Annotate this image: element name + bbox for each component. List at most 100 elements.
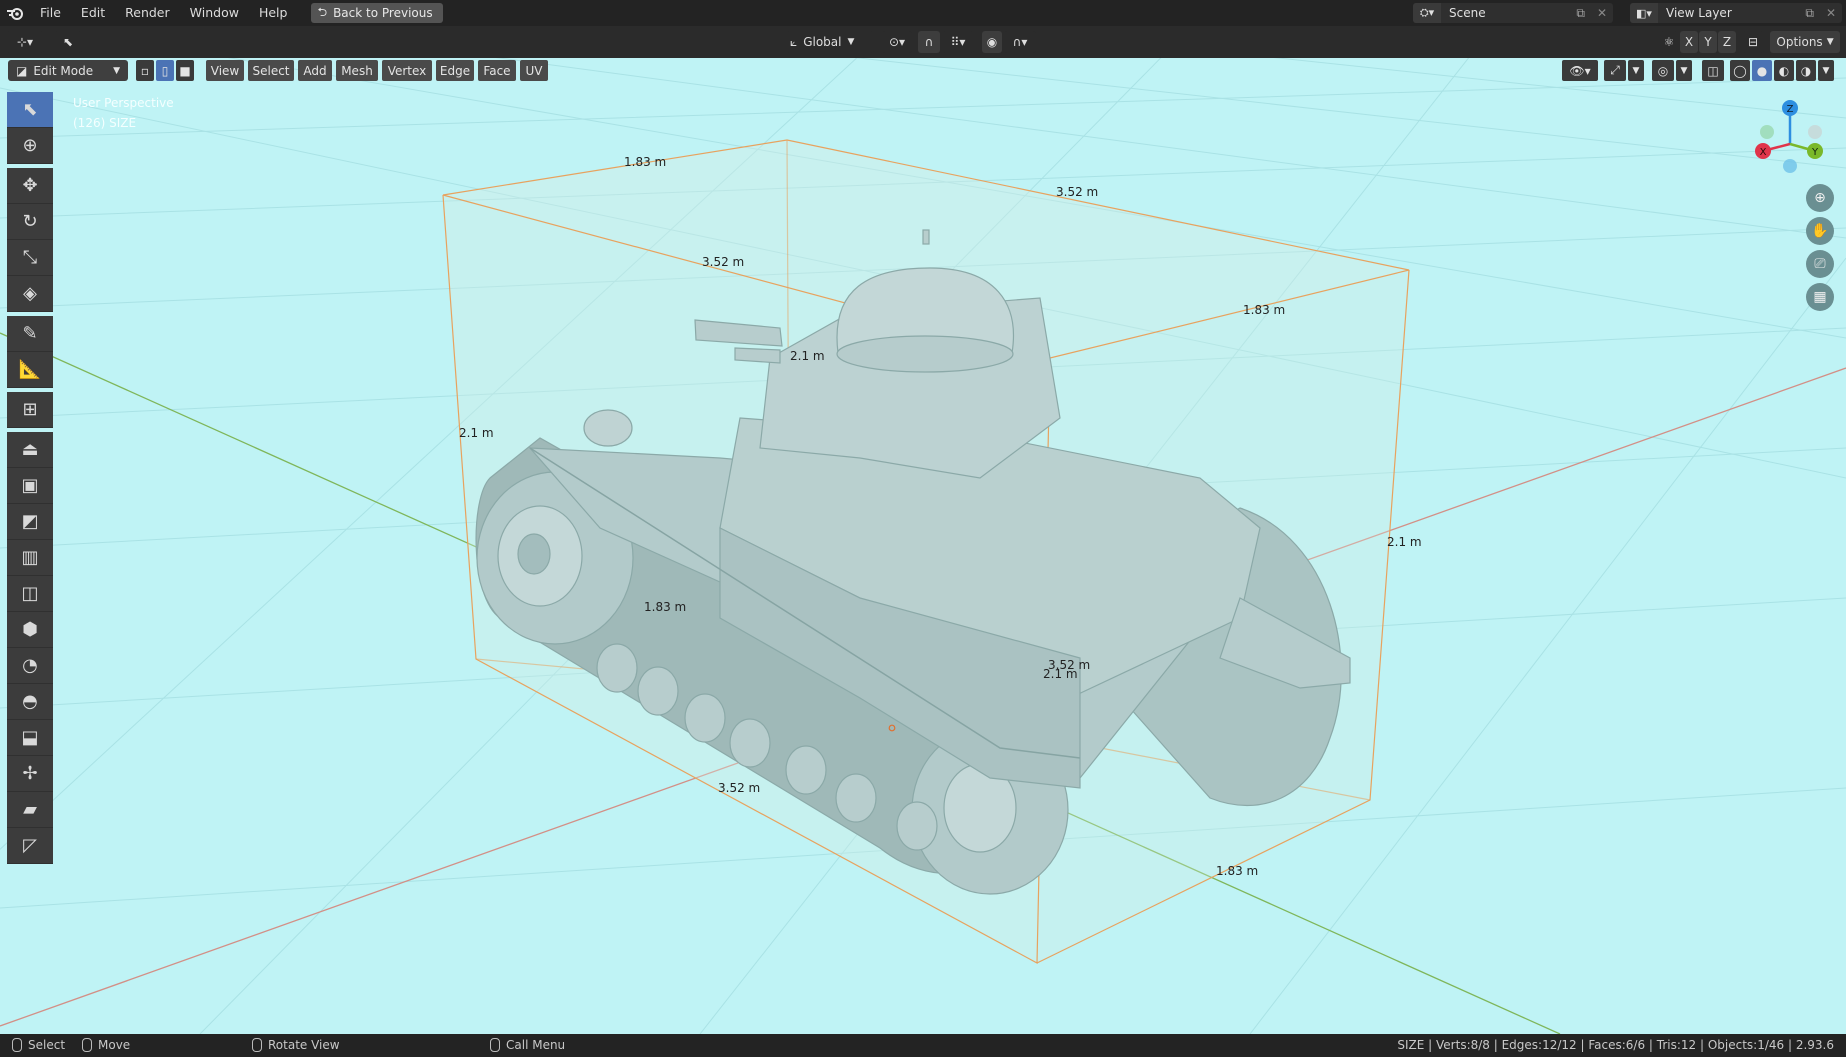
menu-window[interactable]: Window (180, 0, 249, 26)
new-view-layer-icon[interactable]: ⧉ (1799, 6, 1820, 21)
options-label: Options (1776, 35, 1823, 49)
proportional-edit-icon: ◉ (986, 35, 998, 49)
back-to-previous-button[interactable]: ⮌ Back to Previous (311, 3, 443, 23)
orientation-icon: ⟀ (790, 34, 798, 49)
view-perspective-label: User Perspective (73, 96, 174, 110)
menu-vertex[interactable]: Vertex (382, 60, 432, 81)
3d-viewport[interactable]: 1.83 m 3.52 m 3.52 m 1.83 m 2.1 m 2.1 m … (0, 58, 1846, 1034)
shrink-fatten-tool[interactable]: ✢ (7, 756, 53, 792)
status-rotate-label: Rotate View (268, 1038, 340, 1052)
rip-icon: ◸ (23, 835, 37, 856)
spin-icon: ◔ (22, 655, 38, 676)
zoom-view-icon[interactable]: ⊕ (1806, 184, 1834, 212)
menu-add[interactable]: Add (298, 60, 332, 81)
shading-rendered[interactable]: ◑ (1796, 60, 1816, 81)
options-dropdown[interactable]: Options ▼ (1770, 31, 1840, 53)
status-callmenu-hint: Call Menu (490, 1038, 565, 1052)
auto-merge-toggle[interactable]: ⊟ (1742, 31, 1764, 53)
mirror-x-toggle[interactable]: X (1680, 31, 1698, 53)
scale-tool[interactable]: ⤡ (7, 240, 53, 276)
snap-target-dropdown[interactable]: ⠿▾ (942, 31, 974, 53)
rip-tool[interactable]: ◸ (7, 828, 53, 864)
bevel-tool[interactable]: ◩ (7, 504, 53, 540)
loop-cut-tool[interactable]: ▥ (7, 540, 53, 576)
view-layer-selector[interactable]: ◧▾ View Layer ⧉ ✕ (1630, 3, 1842, 23)
camera-view-icon[interactable]: ⎚ (1806, 250, 1834, 278)
shading-dropdown[interactable]: ▼ (1818, 60, 1834, 81)
move-tool[interactable]: ✥ (7, 168, 53, 204)
vertex-select-mode[interactable]: ▫ (136, 60, 154, 81)
menu-edit[interactable]: Edit (71, 0, 115, 26)
pivot-point-dropdown[interactable]: ⊙▾ (882, 31, 912, 53)
ortho-grid-icon[interactable]: ▦ (1806, 283, 1834, 311)
transform-tool[interactable]: ◈ (7, 276, 53, 312)
shading-solid[interactable]: ● (1752, 60, 1772, 81)
smooth-tool[interactable]: ◓ (7, 684, 53, 720)
mode-selector-dropdown[interactable]: ◪ Edit Mode ▼ (8, 60, 128, 81)
inset-tool[interactable]: ▣ (7, 468, 53, 504)
menu-view[interactable]: View (206, 60, 244, 81)
dimension-label: 1.83 m (1243, 303, 1286, 317)
viewport-scene[interactable] (0, 58, 1846, 1034)
visibility-dropdown[interactable]: 👁▾ (1562, 60, 1598, 81)
menu-select[interactable]: Select (248, 60, 294, 81)
menu-file[interactable]: File (30, 0, 71, 26)
shading-wireframe[interactable]: ◯ (1730, 60, 1750, 81)
gizmo-dropdown[interactable]: ▼ (1628, 60, 1644, 81)
falloff-dropdown[interactable]: ∩▾ (1004, 31, 1036, 53)
scene-selector[interactable]: ⛭▾ Scene ⧉ ✕ (1413, 3, 1613, 23)
magnet-icon: ∩ (924, 35, 934, 49)
mouse-right-icon (490, 1038, 500, 1052)
menu-help[interactable]: Help (249, 0, 298, 26)
cursor-tool[interactable]: ⊕ (7, 128, 53, 164)
poly-build-tool[interactable]: ⬢ (7, 612, 53, 648)
spin-tool[interactable]: ◔ (7, 648, 53, 684)
crosshair-icon: ⊕ (22, 135, 38, 156)
overlays-toggle[interactable]: ◎ (1652, 60, 1674, 81)
knife-tool[interactable]: ◫ (7, 576, 53, 612)
annotate-tool[interactable]: ✎ (7, 316, 53, 352)
top-menu-bar: File Edit Render Window Help ⮌ Back to P… (0, 0, 1846, 26)
menu-face[interactable]: Face (478, 60, 516, 81)
rotate-tool[interactable]: ↻ (7, 204, 53, 240)
add-cube-tool[interactable]: ⊞ (7, 392, 53, 428)
proportional-edit-toggle[interactable]: ◉ (982, 31, 1002, 53)
measure-tool[interactable]: 📐 (7, 352, 53, 388)
mode-label: Edit Mode (33, 63, 94, 78)
menu-mesh[interactable]: Mesh (336, 60, 378, 81)
navigation-gizmo[interactable]: Z X Y (1745, 96, 1835, 186)
delete-view-layer-icon[interactable]: ✕ (1820, 6, 1842, 20)
overlays-dropdown[interactable]: ▼ (1676, 60, 1692, 81)
solid-sphere-icon: ● (1756, 63, 1768, 78)
new-scene-icon[interactable]: ⧉ (1570, 6, 1591, 21)
transform-orientation-dropdown[interactable]: ⟀ Global ▼ (786, 31, 874, 53)
shear-icon: ▰ (23, 799, 37, 820)
xray-toggle[interactable]: ◫ (1702, 60, 1724, 81)
face-select-mode[interactable]: ■ (176, 60, 194, 81)
menu-edge[interactable]: Edge (436, 60, 474, 81)
shear-tool[interactable]: ▰ (7, 792, 53, 828)
active-tool-indicator[interactable]: ⬉ (54, 31, 82, 53)
select-box-tool[interactable]: ⬉ (7, 92, 53, 128)
gizmo-z-label: Z (1787, 104, 1794, 115)
menu-render[interactable]: Render (115, 0, 180, 26)
extrude-tool[interactable]: ⏏ (7, 432, 53, 468)
gizmo-icon: ⤢ (1610, 63, 1620, 77)
gizmo-toggle[interactable]: ⤢ (1604, 60, 1626, 81)
blender-logo-icon[interactable] (0, 0, 30, 26)
delete-scene-icon[interactable]: ✕ (1591, 6, 1613, 20)
snap-toggle[interactable]: ∩ (918, 31, 940, 53)
edge-slide-tool[interactable]: ⬓ (7, 720, 53, 756)
editor-type-button[interactable]: ⊹▾ (6, 31, 44, 53)
mirror-z-toggle[interactable]: Z (1718, 31, 1736, 53)
scene-name: Scene (1449, 6, 1486, 20)
mirror-toggle[interactable]: ⚛ (1660, 31, 1678, 53)
vertex-select-icon: ▫ (140, 63, 150, 78)
edge-select-mode[interactable]: ▯ (156, 60, 174, 81)
shading-material[interactable]: ◐ (1774, 60, 1794, 81)
loop-cut-icon: ▥ (21, 547, 39, 568)
menu-uv[interactable]: UV (520, 60, 548, 81)
pan-hand-icon[interactable]: ✋ (1806, 217, 1834, 245)
mirror-y-toggle[interactable]: Y (1699, 31, 1717, 53)
dimension-label: 1.83 m (644, 600, 687, 614)
